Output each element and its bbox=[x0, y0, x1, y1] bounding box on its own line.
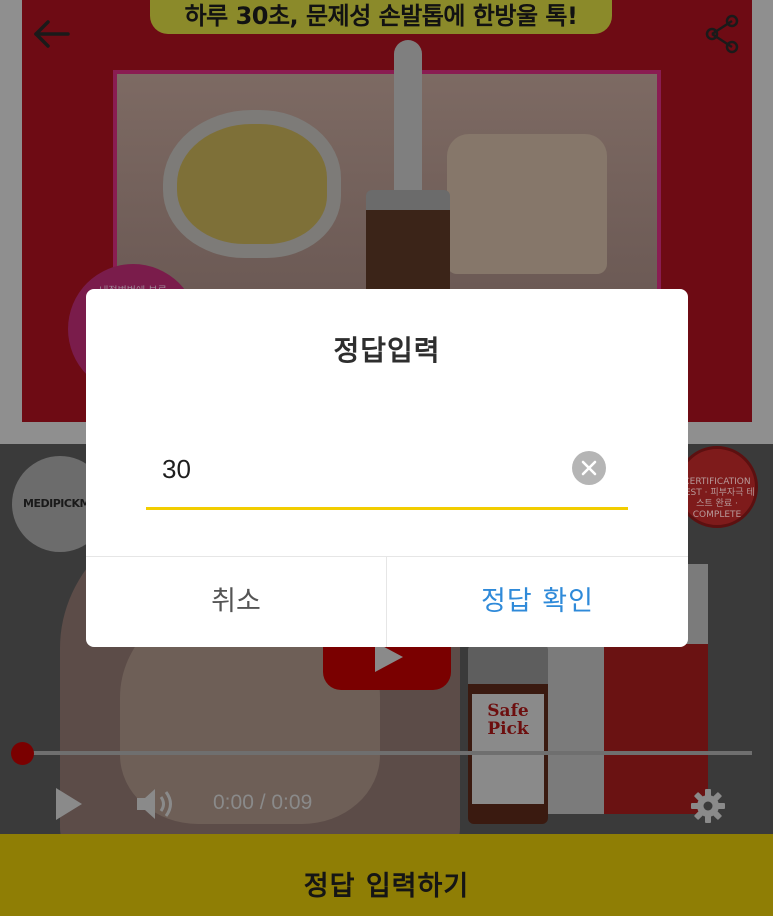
cancel-button[interactable]: 취소 bbox=[86, 557, 386, 647]
settings-button[interactable] bbox=[688, 786, 728, 826]
gear-icon bbox=[691, 789, 725, 823]
certification-seal: CERTIFICATION TEST · 피부자극 테스트 완료 · COMPL… bbox=[676, 446, 758, 528]
video-time: 0:00 / 0:09 bbox=[213, 791, 313, 814]
input-underline bbox=[146, 507, 628, 510]
damaged-nail-image bbox=[177, 124, 327, 244]
banner-headline: 하루 30초, 문제성 손발톱에 한방울 톡! bbox=[150, 0, 612, 34]
seek-thumb[interactable] bbox=[11, 742, 34, 765]
submit-answer-cta[interactable]: 정답 입력하기 bbox=[0, 834, 773, 916]
answer-dialog: 정답입력 취소 정답 확인 bbox=[86, 289, 688, 647]
share-icon bbox=[705, 14, 739, 54]
dropper-tip-image bbox=[394, 40, 422, 200]
clear-input-button[interactable] bbox=[572, 451, 606, 485]
share-button[interactable] bbox=[700, 12, 744, 56]
answer-input[interactable] bbox=[146, 447, 566, 491]
volume-button[interactable] bbox=[134, 784, 178, 824]
play-button[interactable] bbox=[52, 784, 86, 824]
play-icon bbox=[56, 788, 82, 820]
back-button[interactable] bbox=[30, 14, 74, 54]
product-label: Safe Pick bbox=[472, 694, 544, 804]
volume-icon bbox=[137, 789, 172, 819]
seek-bar[interactable] bbox=[22, 751, 752, 755]
healthy-nail-image bbox=[447, 134, 607, 274]
confirm-answer-button[interactable]: 정답 확인 bbox=[387, 557, 688, 647]
dialog-title: 정답입력 bbox=[333, 334, 441, 367]
clear-icon bbox=[581, 460, 597, 476]
dropper-bottle-image bbox=[366, 190, 450, 300]
arrow-left-icon bbox=[34, 20, 70, 48]
